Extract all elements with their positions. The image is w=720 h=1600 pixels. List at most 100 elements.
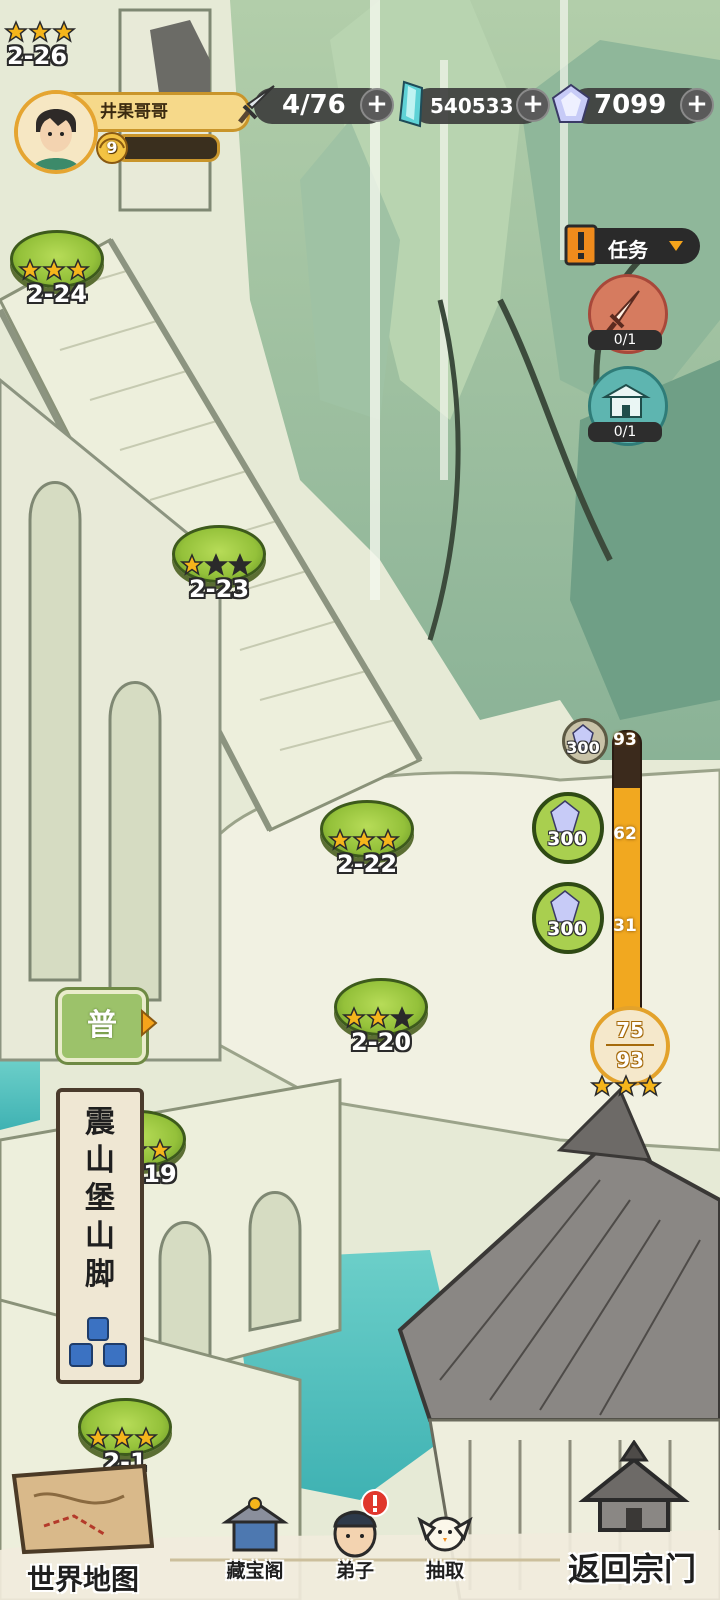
star-icon	[110, 1426, 134, 1449]
star-icon	[86, 1426, 110, 1449]
crane-bird-icon	[417, 1516, 473, 1552]
star-icon	[4, 20, 28, 43]
stage-label: 2-20	[350, 1028, 412, 1056]
star-icon	[148, 1138, 172, 1161]
stage-stars	[18, 258, 90, 282]
milestone-value: 31	[613, 916, 637, 936]
avatar[interactable]	[14, 90, 98, 174]
stage-stars	[86, 1426, 158, 1450]
gem-value: 7099	[594, 90, 667, 120]
gem-icon	[551, 83, 591, 123]
return-label: 返回宗门	[567, 1550, 696, 1588]
jade-value: 540533	[430, 94, 514, 118]
alert-badge-icon	[361, 1489, 389, 1517]
chevron-down-icon	[669, 241, 683, 251]
star-icon	[66, 258, 90, 281]
stage-node[interactable]: 2-20	[332, 978, 428, 1058]
stage-stars	[4, 20, 76, 44]
star-icon	[638, 1074, 662, 1097]
sword-icon	[238, 85, 275, 124]
stage-label: 2-26	[6, 42, 68, 70]
star-icon	[342, 1006, 366, 1029]
area-name-banner: 震 山 堡 山 脚	[56, 1088, 144, 1384]
star-icon	[614, 1074, 638, 1097]
treasure-pavilion-button[interactable]: 藏宝阁	[210, 1494, 300, 1594]
disciples-button[interactable]: 弟子	[310, 1489, 400, 1594]
star-icon	[328, 828, 352, 851]
pavilion-icon	[221, 1497, 289, 1552]
draw-label: 抽取	[425, 1560, 464, 1582]
game-map-scene[interactable]: 2-26 2-24 2-23 2-22 2-20 19 2-1 井果哥哥 9 4…	[0, 0, 720, 1600]
sect-gate-icon	[578, 1440, 690, 1532]
star-empty-icon	[204, 553, 228, 576]
star-icon	[366, 1006, 390, 1029]
stage-label: 2-22	[336, 850, 398, 878]
world-map-label: 世界地图	[26, 1563, 139, 1596]
quest-item[interactable]: 0/1	[588, 366, 668, 446]
stamina-resource[interactable]: 4/76 +	[234, 85, 394, 126]
stage-label: 2-23	[188, 575, 250, 603]
star-icon	[42, 258, 66, 281]
area-name-char: 脚	[85, 1257, 115, 1292]
avatar-portrait-icon	[18, 94, 94, 170]
reward-amount: 300	[547, 828, 587, 850]
milestone-reward[interactable]: 300	[562, 718, 608, 764]
progress-track	[612, 730, 642, 1024]
stage-label: 2-24	[26, 280, 88, 308]
world-map-button[interactable]: 世界地图	[0, 1456, 160, 1600]
stars-total: 93	[616, 1048, 644, 1072]
milestone-reward[interactable]: 300	[532, 792, 608, 864]
quest-item-count: 0/1	[588, 422, 662, 442]
jade-resource[interactable]: 540533 +	[396, 80, 550, 128]
chevron-right-icon	[141, 1008, 158, 1038]
stage-stars	[342, 1006, 414, 1030]
star-icon	[18, 258, 42, 281]
gem-resource[interactable]: 7099 +	[551, 83, 714, 126]
star-icon	[590, 1074, 614, 1097]
quest-book-icon	[564, 224, 598, 266]
star-progress: 93 62 31 300 300 300 75 93	[530, 718, 720, 1120]
shield-emblem-icon	[69, 1317, 127, 1367]
reward-amount: 300	[566, 738, 600, 757]
badge-stars	[590, 1074, 662, 1098]
reward-amount: 300	[547, 918, 587, 940]
draw-button[interactable]: 抽取	[400, 1494, 490, 1594]
quest-item-count: 0/1	[588, 330, 662, 350]
stage-node[interactable]: 2-24	[8, 230, 104, 310]
mode-label: 普	[87, 1008, 117, 1043]
star-empty-icon	[390, 1006, 414, 1029]
stage-node[interactable]: 2-22	[318, 800, 414, 880]
star-icon	[180, 553, 204, 576]
add-stamina-button[interactable]: +	[360, 88, 394, 122]
add-gem-button[interactable]: +	[680, 88, 714, 122]
quest-label: 任务	[608, 238, 648, 262]
quest-item[interactable]: 0/1	[588, 274, 668, 354]
area-name-char: 震	[85, 1105, 115, 1140]
milestone-reward[interactable]: 300	[532, 882, 608, 954]
star-total-badge[interactable]: 75 93	[590, 1006, 670, 1106]
star-empty-icon	[228, 553, 252, 576]
level-badge: 9	[94, 130, 130, 166]
quest-toggle[interactable]: 任务	[560, 222, 700, 268]
treasure-label: 藏宝阁	[226, 1560, 284, 1582]
return-to-sect-button[interactable]: 返回宗门	[544, 1440, 720, 1600]
star-icon	[52, 20, 76, 43]
milestone-value: 93	[613, 730, 637, 750]
difficulty-mode-button[interactable]: 普	[56, 988, 160, 1062]
area-name: 震 山 堡 山 脚	[60, 1104, 140, 1294]
player-name: 井果哥哥	[100, 102, 168, 122]
area-name-char: 山	[85, 1143, 115, 1178]
add-jade-button[interactable]: +	[516, 88, 550, 122]
player-panel[interactable]: 井果哥哥 9	[14, 90, 250, 174]
stage-stars	[328, 828, 400, 852]
player-level: 9	[106, 138, 118, 157]
world-map-icon	[11, 1463, 154, 1555]
stage-node[interactable]: 2-23	[170, 525, 266, 605]
fraction-divider	[606, 1044, 654, 1046]
star-icon	[376, 828, 400, 851]
stage-node[interactable]: 2-26	[0, 20, 90, 70]
area-name-char: 山	[85, 1219, 115, 1254]
stars-current: 75	[616, 1018, 644, 1042]
area-name-char: 堡	[85, 1181, 115, 1216]
star-icon	[352, 828, 376, 851]
